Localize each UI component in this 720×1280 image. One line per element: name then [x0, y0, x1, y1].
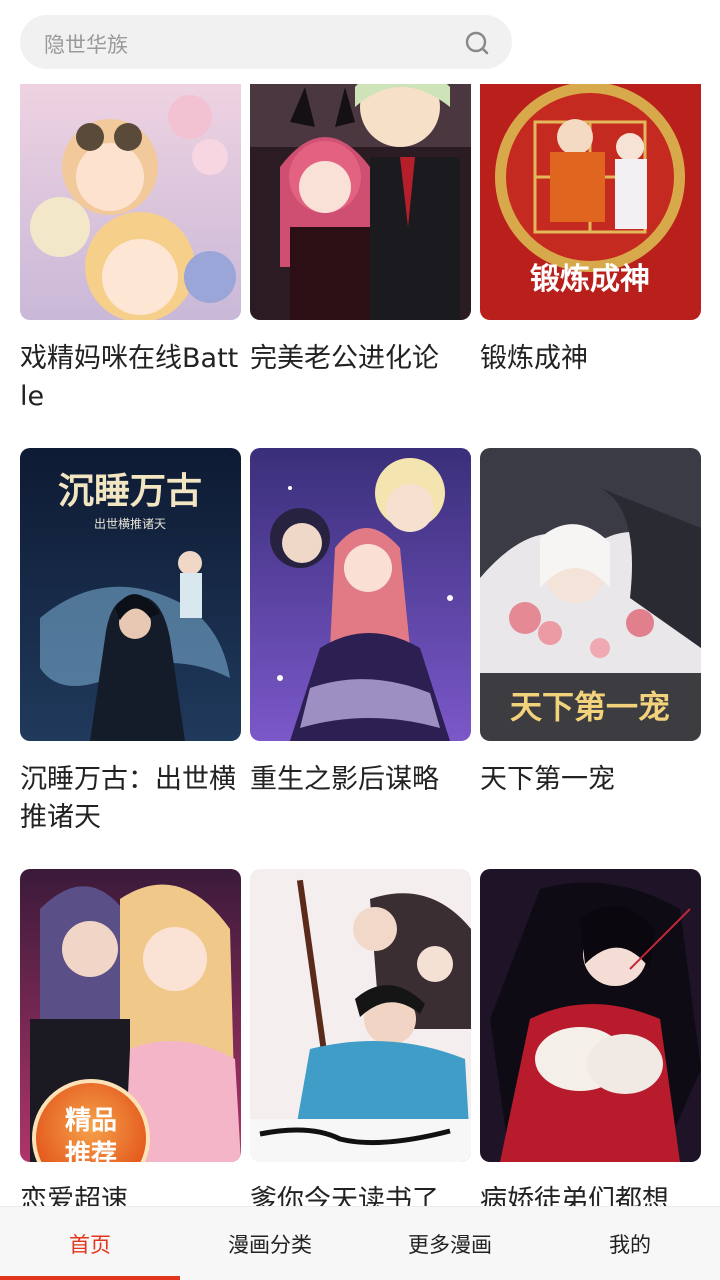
comic-card[interactable]: 沉睡万古 出世横推诸天 沉睡万古：出世横推诸天 — [20, 448, 241, 837]
comic-cover[interactable]: 天下第一宠 — [480, 448, 701, 741]
bottom-tab-bar: 首页 漫画分类 更多漫画 我的 — [0, 1206, 720, 1280]
tab-more-comics-label: 更多漫画 — [408, 1233, 492, 1257]
comic-title[interactable]: 病娇徒弟们都想 — [480, 1182, 701, 1206]
comic-cover[interactable]: 沉睡万古 出世横推诸天 — [20, 448, 241, 741]
comic-cover[interactable] — [20, 84, 241, 320]
tab-home-label: 首页 — [69, 1233, 111, 1257]
comic-card[interactable]: 精品 推荐 恋爱超速 — [20, 869, 241, 1206]
badge-line-2: 推荐 — [64, 1140, 117, 1162]
comic-card[interactable]: 戏精妈咪在线Battle — [20, 84, 241, 416]
search-bar[interactable]: 隐世华族 — [20, 15, 512, 69]
comic-cover[interactable]: 精品 推荐 — [20, 869, 241, 1162]
comic-card[interactable]: 爹你今天读书了 — [250, 869, 471, 1206]
comic-title[interactable]: 重生之影后谋略 — [250, 761, 471, 799]
comic-title[interactable]: 恋爱超速 — [20, 1182, 241, 1206]
comic-card[interactable]: 天下第一宠 天下第一宠 — [480, 448, 701, 799]
comic-card[interactable]: 重生之影后谋略 — [250, 448, 471, 799]
comic-cover[interactable]: 锻炼成神 — [480, 84, 701, 320]
tab-more-comics[interactable]: 更多漫画 — [360, 1207, 540, 1280]
cover-logo-text: 沉睡万古 — [58, 470, 202, 512]
cover-logo-text: 天下第一宠 — [510, 688, 670, 726]
comic-cover[interactable] — [480, 869, 701, 1162]
comic-cover[interactable] — [250, 448, 471, 741]
cover-logo-text: 锻炼成神 — [530, 262, 650, 297]
comic-card[interactable]: 病娇徒弟们都想 — [480, 869, 701, 1206]
comic-title[interactable]: 天下第一宠 — [480, 761, 701, 799]
cover-logo-subtext: 出世横推诸天 — [94, 517, 166, 531]
comic-cover[interactable] — [250, 84, 471, 320]
tab-home[interactable]: 首页 — [0, 1207, 180, 1280]
comic-title[interactable]: 锻炼成神 — [480, 340, 701, 378]
search-icon[interactable] — [464, 30, 490, 56]
tab-mine[interactable]: 我的 — [540, 1207, 720, 1280]
active-tab-indicator — [0, 1276, 180, 1280]
comic-title[interactable]: 沉睡万古：出世横推诸天 — [20, 761, 241, 837]
comic-title[interactable]: 戏精妈咪在线Battle — [20, 340, 241, 416]
comic-title[interactable]: 爹你今天读书了 — [250, 1182, 471, 1206]
comic-cover[interactable] — [250, 869, 471, 1162]
tab-mine-label: 我的 — [609, 1233, 651, 1257]
tab-categories-label: 漫画分类 — [228, 1233, 312, 1257]
search-input[interactable]: 隐世华族 — [44, 29, 128, 59]
comic-grid: 戏精妈咪在线Battle 完美老公进化论 锻炼成神 锻炼成神 沉睡万古 出世横推… — [0, 84, 720, 1206]
comic-card[interactable]: 锻炼成神 锻炼成神 — [480, 84, 701, 378]
tab-categories[interactable]: 漫画分类 — [180, 1207, 360, 1280]
badge-line-1: 精品 — [64, 1106, 117, 1136]
comic-card[interactable]: 完美老公进化论 — [250, 84, 471, 378]
comic-title[interactable]: 完美老公进化论 — [250, 340, 471, 378]
